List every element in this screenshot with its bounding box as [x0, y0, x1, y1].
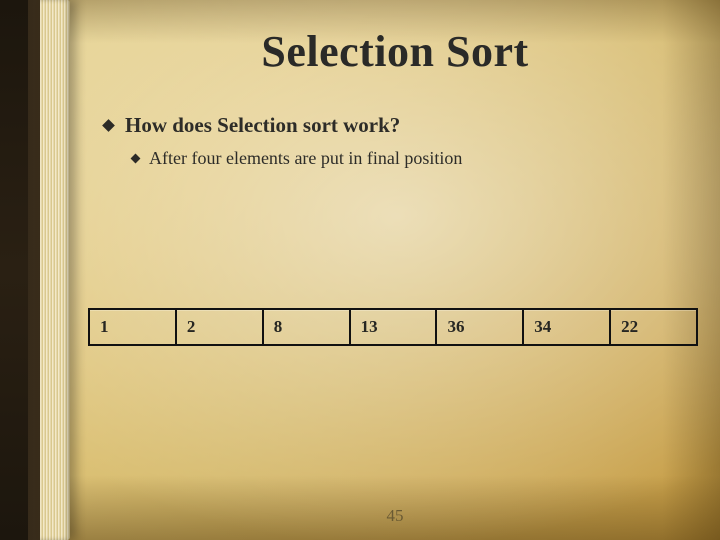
array-cell: 8	[262, 310, 349, 344]
page-edge-stack	[40, 0, 70, 540]
bullet-level-1-text: How does Selection sort work?	[125, 113, 400, 138]
array-cell: 36	[435, 310, 522, 344]
bullet-diamond-icon	[131, 154, 141, 164]
page-number: 45	[70, 506, 720, 526]
array-cell: 34	[522, 310, 609, 344]
desk-background	[0, 0, 28, 540]
array-cell: 1	[88, 310, 175, 344]
bullet-diamond-icon	[102, 119, 115, 132]
array-cell: 22	[609, 310, 696, 344]
slide-page: Selection Sort How does Selection sort w…	[0, 0, 720, 540]
array-row: 1 2 8 13 36 34 22	[88, 308, 698, 346]
array-cell: 13	[349, 310, 436, 344]
bullet-level-2: After four elements are put in final pos…	[132, 148, 720, 169]
slide-title: Selection Sort	[70, 0, 720, 77]
array-cell: 2	[175, 310, 262, 344]
bullet-list: How does Selection sort work? After four…	[104, 113, 720, 169]
bullet-level-2-text: After four elements are put in final pos…	[149, 148, 462, 169]
bullet-level-1: How does Selection sort work?	[104, 113, 720, 138]
slide-content: Selection Sort How does Selection sort w…	[70, 0, 720, 540]
